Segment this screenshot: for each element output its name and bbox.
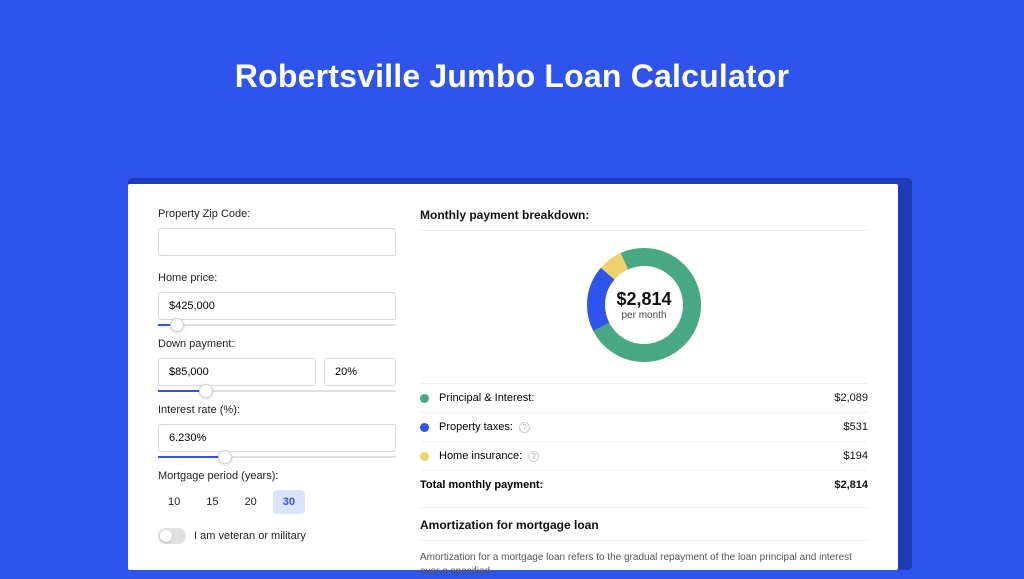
rate-slider[interactable] — [158, 456, 396, 458]
legend-label: Home insurance: — [439, 450, 522, 462]
down-payment-label: Down payment: — [158, 338, 396, 350]
legend-dot-icon — [420, 452, 429, 461]
home-price-field-group: Home price: — [158, 272, 396, 326]
period-label: Mortgage period (years): — [158, 470, 396, 482]
period-field-group: Mortgage period (years): 1015 2030 — [158, 470, 396, 514]
zip-field-group: Property Zip Code: — [158, 208, 396, 256]
total-row: Total monthly payment: $2,814 — [420, 470, 868, 499]
rate-slider-fill — [158, 456, 225, 458]
home-price-input[interactable] — [158, 292, 396, 320]
amortization-body: Amortization for a mortgage loan refers … — [420, 551, 868, 579]
down-payment-percent-input[interactable] — [324, 358, 396, 386]
legend-dot-icon — [420, 423, 429, 432]
period-button-10[interactable]: 10 — [158, 490, 190, 514]
veteran-toggle-label: I am veteran or military — [194, 530, 306, 542]
amortization-header: Amortization for mortgage loan — [420, 507, 868, 541]
donut-center: $2,814 per month — [584, 245, 704, 365]
zip-input[interactable] — [158, 228, 396, 256]
down-payment-slider[interactable] — [158, 390, 396, 392]
breakdown-column: Monthly payment breakdown: $2,814 per mo… — [420, 208, 868, 570]
zip-label: Property Zip Code: — [158, 208, 396, 220]
legend-label: Property taxes: — [439, 421, 513, 433]
rate-field-group: Interest rate (%): — [158, 404, 396, 458]
legend-dot-icon — [420, 394, 429, 403]
page-title: Robertsville Jumbo Loan Calculator — [0, 58, 1024, 95]
legend-row: Property taxes:? $531 — [420, 412, 868, 441]
donut-chart-wrap: $2,814 per month — [420, 245, 868, 365]
home-price-slider-thumb[interactable] — [170, 318, 184, 332]
total-value: $2,814 — [834, 479, 868, 491]
breakdown-legend: Principal & Interest: $2,089 Property taxe… — [420, 383, 868, 470]
down-payment-field-group: Down payment: — [158, 338, 396, 392]
down-payment-slider-thumb[interactable] — [199, 384, 213, 398]
legend-value: $531 — [844, 421, 868, 433]
rate-slider-thumb[interactable] — [218, 450, 232, 464]
period-button-30[interactable]: 30 — [273, 490, 305, 514]
legend-value: $194 — [844, 450, 868, 462]
legend-value: $2,089 — [834, 392, 868, 404]
period-button-20[interactable]: 20 — [235, 490, 267, 514]
donut-center-sub: per month — [621, 310, 666, 321]
period-button-15[interactable]: 15 — [196, 490, 228, 514]
legend-row: Principal & Interest: $2,089 — [420, 383, 868, 412]
legend-row: Home insurance:? $194 — [420, 441, 868, 470]
veteran-toggle[interactable] — [158, 528, 186, 544]
legend-label: Principal & Interest: — [439, 392, 534, 404]
rate-input[interactable] — [158, 424, 396, 452]
info-icon[interactable]: ? — [519, 422, 530, 433]
donut-chart: $2,814 per month — [584, 245, 704, 365]
home-price-slider[interactable] — [158, 324, 396, 326]
info-icon[interactable]: ? — [528, 451, 539, 462]
calculator-panel: Property Zip Code: Home price: Down paym… — [128, 184, 898, 570]
veteran-toggle-row: I am veteran or military — [158, 528, 396, 544]
home-price-label: Home price: — [158, 272, 396, 284]
rate-label: Interest rate (%): — [158, 404, 396, 416]
input-column: Property Zip Code: Home price: Down paym… — [158, 208, 396, 570]
period-button-row: 1015 2030 — [158, 490, 396, 514]
donut-center-amount: $2,814 — [616, 289, 671, 310]
breakdown-header: Monthly payment breakdown: — [420, 208, 868, 231]
total-label: Total monthly payment: — [420, 479, 543, 491]
down-payment-amount-input[interactable] — [158, 358, 316, 386]
